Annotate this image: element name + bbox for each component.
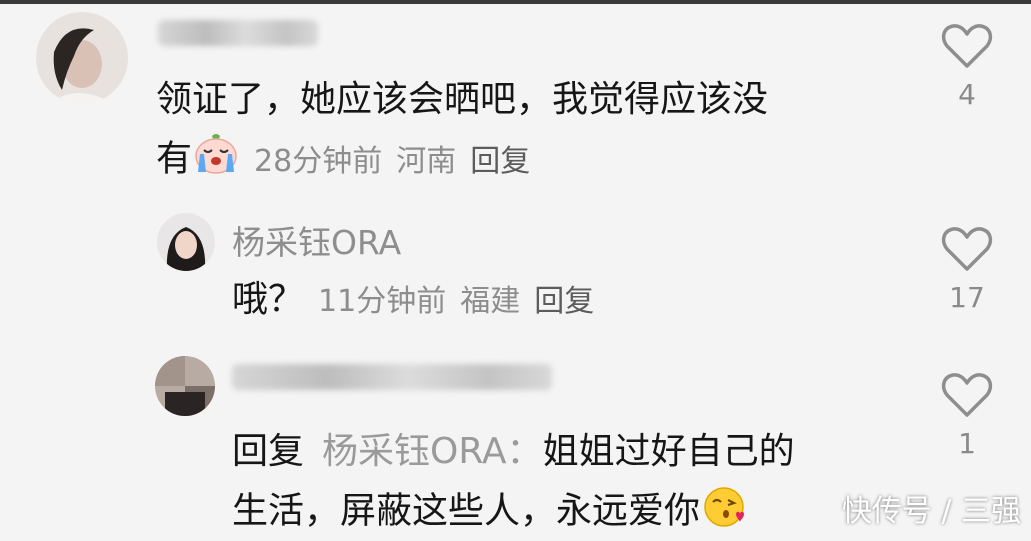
comment-text-line2: 有 28分钟前 河南 回复 xyxy=(156,132,530,189)
like-button[interactable]: 4 xyxy=(937,22,997,111)
reply-text-line1: 回复 杨采钰ORA：姐姐过好自己的 xyxy=(232,428,795,476)
like-count: 17 xyxy=(949,281,985,314)
comment-time: 11分钟前 xyxy=(318,284,447,319)
username[interactable]: 杨采钰ORA xyxy=(232,216,401,264)
crying-emoji-icon xyxy=(192,132,240,189)
comment-location: 河南 xyxy=(396,143,457,179)
comment-text: 领证了，她应该会晒吧，我觉得应该没 xyxy=(156,79,769,120)
like-count: 4 xyxy=(958,78,976,111)
comment-time: 28分钟前 xyxy=(254,143,383,179)
top-border xyxy=(0,0,1031,4)
comment-text-end: 有 xyxy=(156,138,193,180)
comment-text-end: 生活，屏蔽这些人，永远爱你 xyxy=(232,490,701,532)
like-button[interactable]: 17 xyxy=(937,225,997,314)
reply-prefix: 回复 xyxy=(232,431,305,472)
comment-text-line: 哦？ 11分钟前 福建 回复 xyxy=(232,276,594,326)
avatar[interactable] xyxy=(157,213,215,271)
reply-colon: ： xyxy=(506,431,543,472)
avatar[interactable] xyxy=(36,12,128,104)
reply-target-username[interactable]: 杨采钰ORA xyxy=(322,431,507,472)
username-blurred[interactable] xyxy=(158,20,318,46)
username-blurred[interactable] xyxy=(232,364,552,390)
reply-button[interactable]: 回复 xyxy=(534,284,594,319)
watermark: 快传号 / 三强 xyxy=(841,494,1021,529)
heart-outline-icon xyxy=(941,373,993,417)
kissing-emoji-icon xyxy=(700,484,748,541)
comment-location: 福建 xyxy=(460,284,521,319)
comment-text: 哦？ xyxy=(232,279,305,320)
heart-outline-icon xyxy=(941,227,993,271)
like-count: 1 xyxy=(958,427,976,460)
reply-text-line2: 生活，屏蔽这些人，永远爱你 xyxy=(232,484,748,541)
like-button[interactable]: 1 xyxy=(937,371,997,460)
avatar[interactable] xyxy=(155,356,215,416)
comment-text: 姐姐过好自己的 xyxy=(542,431,795,472)
heart-outline-icon xyxy=(941,24,993,68)
reply-button[interactable]: 回复 xyxy=(470,144,530,179)
